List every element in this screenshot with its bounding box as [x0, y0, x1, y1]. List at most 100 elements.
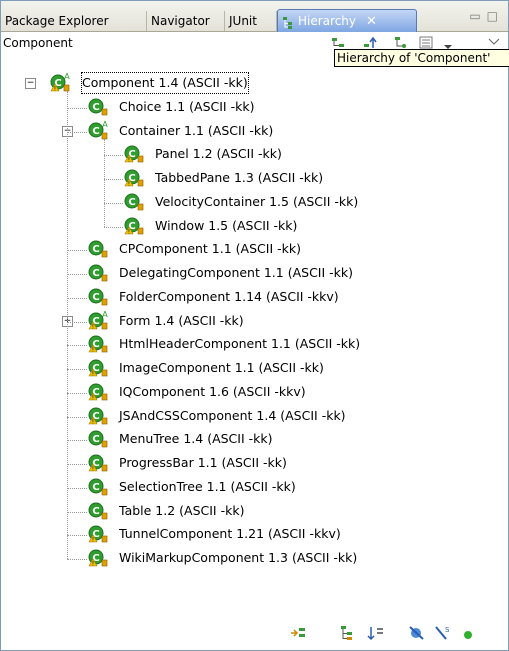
- tree-item[interactable]: C CPComponent 1.1 (ASCII -kk): [1, 238, 501, 260]
- tree-item-label: MenuTree 1.4 (ASCII -kk): [119, 431, 273, 447]
- svg-text:!: !: [92, 394, 94, 401]
- hide-static-icon[interactable]: S: [434, 625, 452, 641]
- tab-label: Package Explorer: [5, 14, 109, 28]
- tree-item[interactable]: C SelectionTree 1.1 (ASCII -kk): [1, 476, 501, 498]
- tree-item[interactable]: C! HtmlHeaderComponent 1.1 (ASCII -kk): [1, 333, 501, 355]
- class-icon: C!: [123, 144, 144, 164]
- tree-item-label: CPComponent 1.1 (ASCII -kk): [119, 241, 301, 257]
- tree-item[interactable]: C! WikiMarkupComponent 1.3 (ASCII -kk): [1, 547, 501, 569]
- hierarchy-icon: [282, 15, 294, 29]
- tree-item[interactable]: C! TabbedPane 1.3 (ASCII -kk): [1, 167, 501, 189]
- tree-item[interactable]: C! Panel 1.2 (ASCII -kk): [1, 143, 501, 165]
- show-type-hierarchy-icon[interactable]: [331, 36, 347, 50]
- svg-text:!: !: [92, 537, 94, 544]
- tree-item[interactable]: C! IQComponent 1.6 (ASCII -kkv): [1, 381, 501, 403]
- tree-connector: [67, 274, 87, 275]
- svg-text:!: !: [92, 561, 94, 568]
- tree-connector: [67, 91, 68, 559]
- tab-label: Navigator: [151, 14, 210, 28]
- show-subtype-hierarchy-icon[interactable]: [393, 36, 409, 50]
- minimize-icon[interactable]: ▭: [469, 9, 486, 23]
- tree-connector: [67, 511, 87, 513]
- hide-fields-icon[interactable]: [408, 625, 426, 641]
- tree-connector: [104, 155, 123, 157]
- tree-item[interactable]: C Table 1.2 (ASCII -kk): [1, 500, 501, 522]
- class-icon: C!: [87, 406, 108, 426]
- svg-text:!: !: [92, 371, 94, 378]
- tab-junit[interactable]: JUnit: [225, 11, 277, 31]
- class-icon: C!: [87, 382, 108, 402]
- hierarchy-view: Package Explorer Navigator JUnit Hierarc…: [0, 0, 509, 651]
- svg-text:!: !: [92, 323, 94, 330]
- tree-item-label: TabbedPane 1.3 (ASCII -kk): [155, 170, 324, 185]
- tree-item-label: Container 1.1 (ASCII -kk): [119, 122, 274, 138]
- svg-text:!: !: [128, 157, 130, 164]
- close-icon[interactable]: ✕: [366, 11, 377, 33]
- tree-item-label: TunnelComponent 1.21 (ASCII -kkv): [119, 526, 341, 542]
- type-hierarchy-tree: C! A Component 1.4 (ASCII -kk) − C Choice 1.1…: [1, 71, 508, 591]
- view-tab-bar: Package Explorer Navigator JUnit Hierarc…: [1, 1, 508, 32]
- svg-text:C: C: [92, 126, 99, 137]
- maximize-icon[interactable]: □: [487, 9, 504, 23]
- class-icon: C!: [87, 548, 108, 568]
- layout-menu-icon[interactable]: [419, 36, 435, 50]
- class-icon: C: [87, 287, 108, 307]
- tree-item-label: WikiMarkupComponent 1.3 (ASCII -kk): [119, 550, 358, 565]
- chevron-down-icon[interactable]: [487, 36, 503, 50]
- svg-text:C: C: [92, 434, 99, 445]
- tree-item-label: Table 1.2 (ASCII -kk): [119, 502, 245, 518]
- svg-text:C: C: [92, 102, 99, 113]
- tree-item-label: Form 1.4 (ASCII -kk): [119, 312, 244, 328]
- tree-item-label: ImageComponent 1.1 (ASCII -kk): [119, 360, 324, 375]
- tab-hierarchy[interactable]: Hierarchy ✕: [277, 9, 417, 32]
- class-icon: CA: [87, 120, 108, 141]
- tree-item[interactable]: C! JSAndCSSComponent 1.4 (ASCII -kk): [1, 405, 501, 427]
- svg-text:!: !: [128, 228, 130, 235]
- tab-navigator[interactable]: Navigator: [147, 11, 225, 31]
- svg-text:S: S: [445, 626, 450, 634]
- svg-text:!: !: [92, 418, 94, 425]
- tree-connector: [67, 345, 87, 347]
- tree-connector: [67, 107, 87, 109]
- show-all-inherited-icon[interactable]: [290, 625, 308, 641]
- tree-connector: [67, 416, 87, 418]
- tree-item-label: ProgressBar 1.1 (ASCII -kk): [119, 455, 287, 470]
- tree-connector: [104, 138, 105, 227]
- tree-item[interactable]: C! A Component 1.4 (ASCII -kk) −: [1, 72, 501, 94]
- tree-item[interactable]: C FolderComponent 1.14 (ASCII -kkv): [1, 286, 501, 308]
- tree-item[interactable]: C! Window 1.5 (ASCII -kk): [1, 215, 501, 237]
- class-icon: C: [87, 239, 108, 259]
- svg-text:C: C: [92, 506, 99, 517]
- tree-item[interactable]: C DelegatingComponent 1.1 (ASCII -kk): [1, 262, 501, 284]
- tab-label: Hierarchy: [298, 14, 357, 28]
- tree-connector: [67, 321, 87, 323]
- tree-item[interactable]: C A Container 1.1 (ASCII -kk) −: [1, 120, 501, 142]
- svg-text:C: C: [92, 268, 99, 279]
- class-icon: C: [123, 192, 144, 212]
- sort-icon[interactable]: [367, 625, 385, 641]
- tree-item[interactable]: C! A Form 1.4 (ASCII -kk) +: [1, 310, 501, 332]
- tree-connector: [104, 179, 123, 180]
- tree-connector: [67, 487, 87, 489]
- svg-text:C: C: [92, 292, 99, 303]
- tree-connector: [67, 369, 87, 370]
- tree-item[interactable]: C! TunnelComponent 1.21 (ASCII -kkv): [1, 523, 501, 545]
- tree-item[interactable]: C Choice 1.1 (ASCII -kk): [1, 96, 501, 118]
- class-icon: C!: [123, 216, 144, 236]
- tree-item[interactable]: C MenuTree 1.4 (ASCII -kk): [1, 428, 501, 450]
- tab-package-explorer[interactable]: Package Explorer: [1, 11, 147, 31]
- tree-item[interactable]: C! ImageComponent 1.1 (ASCII -kk): [1, 357, 501, 379]
- tree-item-label: HtmlHeaderComponent 1.1 (ASCII -kk): [119, 336, 361, 352]
- tree-item-label: Choice 1.1 (ASCII -kk): [119, 98, 255, 114]
- tree-connector: [67, 535, 87, 537]
- hide-non-public-icon[interactable]: [463, 629, 473, 639]
- show-supertype-hierarchy-icon[interactable]: [363, 36, 379, 50]
- hierarchy-lines-icon[interactable]: [340, 625, 358, 641]
- collapse-toggle[interactable]: −: [25, 78, 36, 89]
- tooltip: Hierarchy of 'Component': [334, 49, 509, 67]
- class-icon: C! A: [87, 310, 108, 331]
- class-icon: C: [87, 477, 108, 497]
- tree-item[interactable]: C VelocityContainer 1.5 (ASCII -kk): [1, 191, 501, 213]
- tree-item[interactable]: C! ProgressBar 1.1 (ASCII -kk): [1, 452, 501, 474]
- tree-connector: [67, 392, 87, 394]
